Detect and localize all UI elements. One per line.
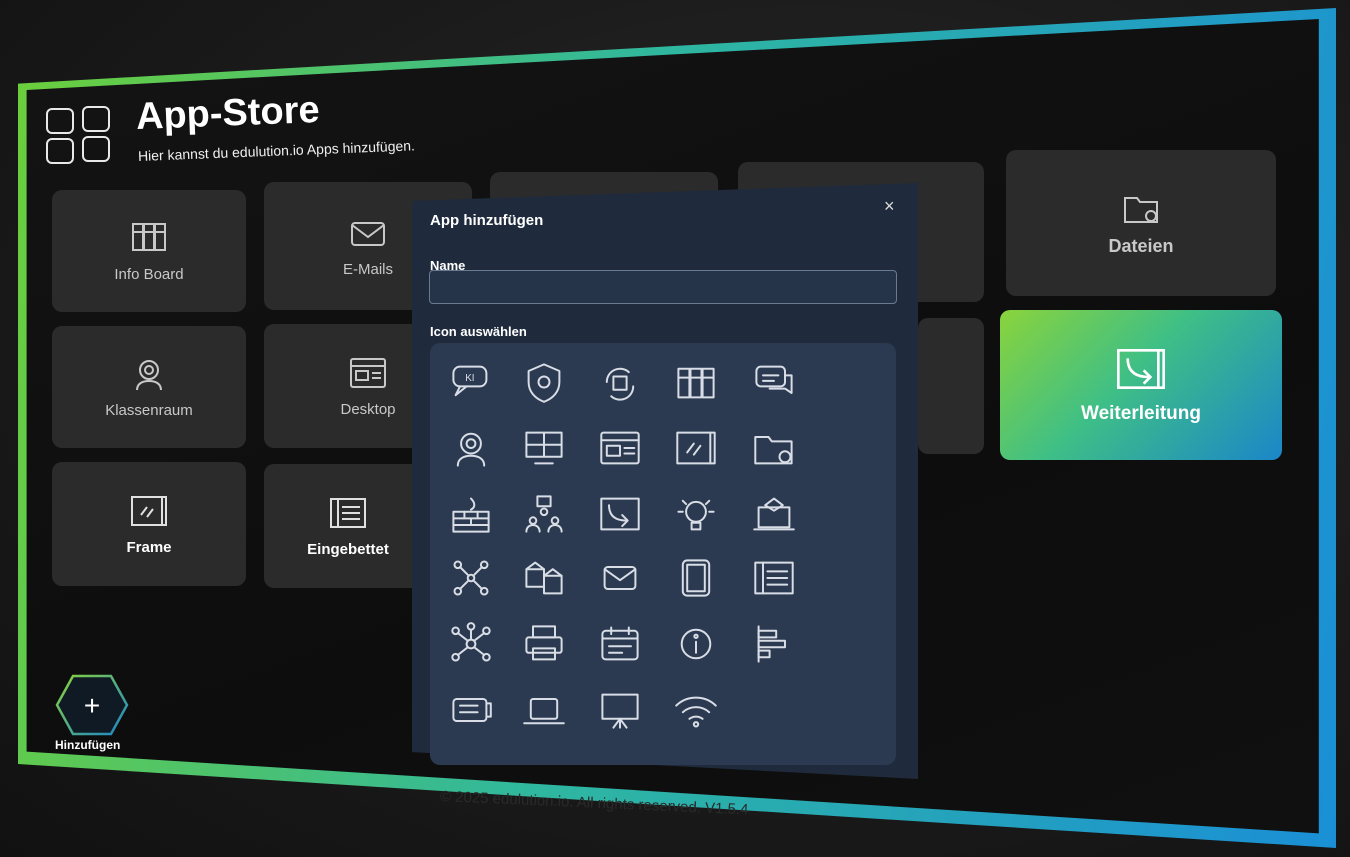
embedded-icon [330,497,366,528]
school-buildings-icon[interactable] [518,556,570,600]
classroom-icon[interactable] [445,426,497,470]
app-tile-label: E-Mails [342,260,393,278]
lightbulb-icon[interactable] [670,492,722,536]
app-tile-hidden-3[interactable] [918,318,984,454]
add-app-label: Hinzufügen [55,738,121,752]
close-icon[interactable]: × [884,196,895,217]
tablet-icon[interactable] [670,556,722,600]
app-tile-label: Frame [126,538,172,556]
app-tile-label: Klassenraum [105,401,193,419]
forward-icon [1117,349,1165,389]
app-tile-dateien[interactable]: Dateien [1006,150,1276,296]
classroom-icon [136,359,162,390]
info-board-icon[interactable] [670,360,722,404]
desktop-icon[interactable] [594,426,646,470]
learning-laptop-icon[interactable] [748,492,800,536]
file-share-icon [1124,196,1158,223]
app-tile-label: Weiterleitung [1081,403,1201,424]
chat-icon[interactable] [748,360,800,404]
hub-icon[interactable] [445,622,497,666]
add-app-button[interactable]: + [55,673,129,737]
presentation-board-icon[interactable] [594,688,646,732]
icon-select-label: Icon auswählen [430,324,527,339]
page-title: App-Store [135,88,321,138]
bar-chart-icon[interactable] [748,622,800,666]
firewall-icon[interactable] [445,492,497,536]
name-input[interactable] [429,270,897,304]
app-grid-icon [46,104,114,168]
app-tile-weiterleitung[interactable]: Weiterleitung [1000,310,1282,460]
sync-icon[interactable] [594,360,646,404]
app-tile-info-board[interactable]: Info Board [52,190,246,312]
tickets-icon[interactable] [445,688,497,732]
printer-icon[interactable] [518,622,570,666]
app-tile-label: Dateien [1108,235,1174,256]
shield-bug-icon[interactable] [518,360,570,404]
info-icon[interactable] [670,622,722,666]
mail-icon[interactable] [594,556,646,600]
wifi-icon[interactable] [670,688,722,732]
file-share-icon[interactable] [748,426,800,470]
icon-picker-grid [430,343,896,765]
video-conference-icon[interactable] [518,426,570,470]
forward-icon[interactable] [594,492,646,536]
desktop-icon [350,357,386,388]
app-tile-label: Desktop [340,400,396,418]
frame-icon[interactable] [670,426,722,470]
mail-icon [351,221,385,246]
app-tile-frame[interactable]: Frame [52,462,246,586]
app-tile-eingebettet[interactable]: Eingebettet [264,464,432,588]
frame-icon [131,495,167,526]
info-board-icon [132,222,166,251]
network-icon[interactable] [445,556,497,600]
ki-chat-icon[interactable]: KI [445,360,497,404]
presenter-group-icon[interactable] [518,492,570,536]
app-tile-klassenraum[interactable]: Klassenraum [52,326,246,448]
plus-icon: + [84,690,100,721]
embedded-icon[interactable] [748,556,800,600]
app-tile-label: Info Board [114,265,184,283]
app-tile-label: Eingebettet [307,540,389,558]
svg-text:KI: KI [465,373,474,384]
calendar-icon[interactable] [594,622,646,666]
laptop-icon[interactable] [518,688,570,732]
dialog-title: App hinzufügen [430,212,544,229]
